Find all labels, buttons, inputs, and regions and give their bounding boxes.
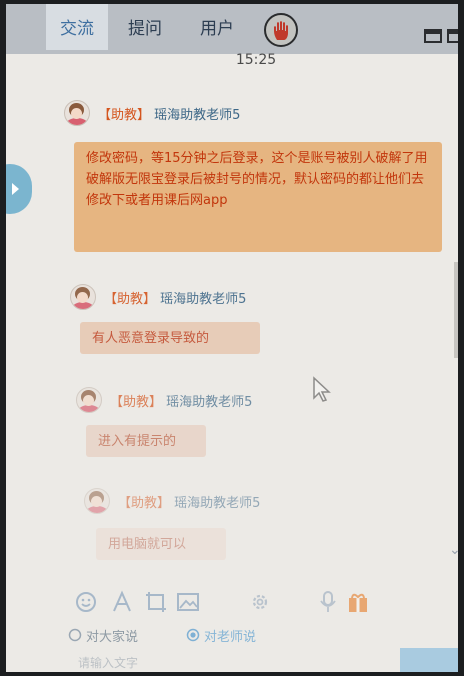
sender-line: 【助教】 瑶海助教老师5 <box>104 288 246 307</box>
scrollbar[interactable] <box>454 262 458 358</box>
role-tag: 【助教】 <box>104 292 157 307</box>
send-button[interactable] <box>400 648 458 672</box>
message-bubble: 进入有提示的 <box>86 425 206 457</box>
radio-to-all-label[interactable]: 对大家说 <box>86 626 138 645</box>
radio-to-teacher-label[interactable]: 对老师说 <box>204 626 256 645</box>
chat-timestamp: 15:25 <box>235 52 277 68</box>
radio-to-teacher[interactable] <box>186 628 200 642</box>
arrow-right-icon <box>12 183 19 195</box>
emoji-icon[interactable] <box>74 590 98 614</box>
sender-line: 【助教】 瑶海助教老师5 <box>110 391 252 410</box>
sender-name: 瑶海助教老师5 <box>160 292 247 307</box>
message-input[interactable]: 请输入文字 <box>6 648 458 672</box>
sender-line: 【助教】 瑶海助教老师5 <box>98 104 240 123</box>
font-icon[interactable] <box>110 590 134 614</box>
expand-panel-button[interactable] <box>6 164 32 214</box>
tab-questions[interactable]: 提问 <box>114 4 176 50</box>
settings-icon[interactable] <box>248 590 272 614</box>
sender-name: 瑶海助教老师5 <box>166 395 253 410</box>
tab-chat[interactable]: 交流 <box>46 4 108 50</box>
avatar <box>84 488 110 514</box>
input-toolbar <box>6 582 458 622</box>
role-tag: 【助教】 <box>98 108 151 123</box>
avatar <box>76 387 102 413</box>
message-bubble: 用电脑就可以 <box>96 528 226 560</box>
sender-name: 瑶海助教老师5 <box>154 108 241 123</box>
gift-icon[interactable] <box>346 590 370 614</box>
sender-name: 瑶海助教老师5 <box>174 496 261 511</box>
message-bubble: 修改密码，等15分钟之后登录，这个是账号被别人破解了用破解版无限宝登录后被封号的… <box>74 142 442 252</box>
image-icon[interactable] <box>176 590 200 614</box>
sidebar-window-icon[interactable] <box>447 28 458 44</box>
microphone-icon[interactable] <box>318 590 338 614</box>
chat-window: 交流 提问 用户 15:25 【助教】 瑶海助教老师5 修改密码，等15分钟之后… <box>6 4 458 672</box>
message-bubble: 有人恶意登录导致的 <box>80 322 260 354</box>
sender-line: 【助教】 瑶海助教老师5 <box>118 492 260 511</box>
window-icon[interactable] <box>424 28 442 44</box>
radio-to-all[interactable] <box>68 628 82 642</box>
avatar <box>64 100 90 126</box>
audience-selector: 对大家说 对老师说 <box>6 622 458 648</box>
role-tag: 【助教】 <box>110 395 163 410</box>
tab-users[interactable]: 用户 <box>186 4 248 50</box>
mouse-cursor-icon <box>313 376 331 402</box>
raise-hand-button[interactable] <box>264 13 298 47</box>
message-input-placeholder: 请输入文字 <box>78 656 139 670</box>
role-tag: 【助教】 <box>118 496 171 511</box>
raise-hand-icon <box>274 21 288 40</box>
tab-bar: 交流 提问 用户 <box>6 4 458 54</box>
avatar <box>70 284 96 310</box>
chevron-down-icon[interactable]: ⌄ <box>449 542 458 558</box>
screenshot-icon[interactable] <box>144 590 168 614</box>
